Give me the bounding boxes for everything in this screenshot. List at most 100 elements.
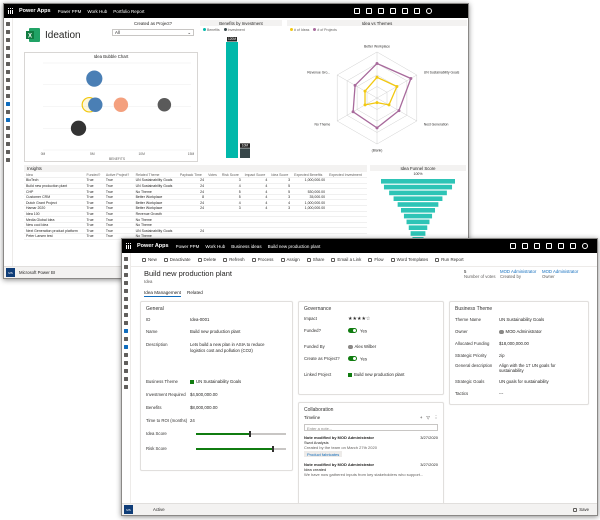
- cmd-process[interactable]: Process: [251, 257, 274, 262]
- pin-icon[interactable]: [124, 281, 128, 285]
- folder-icon[interactable]: [124, 313, 128, 317]
- strategic-priority-value[interactable]: zip: [499, 353, 505, 358]
- search-icon[interactable]: [510, 243, 516, 249]
- home-icon[interactable]: [6, 30, 10, 34]
- idea-score-knob[interactable]: [249, 431, 251, 437]
- lightbulb-icon[interactable]: [522, 243, 528, 249]
- breadcrumb-2[interactable]: Work Hub: [205, 244, 225, 249]
- menu-icon[interactable]: [6, 22, 10, 26]
- calendar-icon[interactable]: [124, 361, 128, 365]
- strategic-goals-value[interactable]: UN goals for sustainability: [499, 379, 549, 384]
- doc-icon[interactable]: [124, 377, 128, 381]
- cmd-flow[interactable]: Flow: [368, 257, 384, 262]
- description-value[interactable]: Lets build a new plan in ASIA to reduce …: [190, 342, 280, 353]
- theme-name-value[interactable]: UN Sustainability Goals: [499, 317, 544, 322]
- breadcrumb-2[interactable]: Work Hub: [87, 9, 107, 14]
- benefits-value[interactable]: $8,000,000.00: [190, 405, 217, 410]
- theme-owner-value[interactable]: MOD Administrator: [499, 329, 542, 335]
- cmd-word-templates[interactable]: Word Templates: [390, 257, 428, 262]
- cmd-refresh[interactable]: Refresh: [223, 257, 245, 262]
- board-icon[interactable]: [124, 321, 128, 325]
- table-icon[interactable]: [124, 369, 128, 373]
- tab-idea-management[interactable]: Idea Management: [144, 290, 182, 297]
- cmd-run-report[interactable]: Run Report: [435, 257, 464, 262]
- add-icon[interactable]: [534, 243, 540, 249]
- idea-score-slider[interactable]: [196, 431, 286, 437]
- app-brand[interactable]: Power Apps: [137, 243, 169, 249]
- business-theme-value[interactable]: UN Sustainability Goals: [190, 379, 241, 384]
- settings-icon[interactable]: [402, 8, 408, 14]
- impact-stars[interactable]: ★★★★☆: [348, 316, 370, 322]
- risk-score-slider[interactable]: [196, 446, 286, 452]
- funded-toggle[interactable]: [348, 328, 357, 333]
- investment-value[interactable]: $4,500,000.00: [190, 392, 217, 397]
- user-icon[interactable]: [6, 110, 10, 114]
- create-as-project-toggle[interactable]: [348, 356, 357, 361]
- tab-related[interactable]: Related: [187, 290, 203, 297]
- avatar-icon[interactable]: [426, 8, 432, 14]
- nav-icon[interactable]: [6, 54, 10, 58]
- allocated-funding-value[interactable]: $18,000,000.00: [499, 341, 529, 346]
- breadcrumb-1[interactable]: Power PPM: [58, 9, 82, 14]
- table-icon[interactable]: [6, 142, 10, 146]
- recent-icon[interactable]: [124, 273, 128, 277]
- breadcrumb-1[interactable]: Power PPM: [176, 244, 200, 249]
- cmd-email-a-link[interactable]: Email a Link: [331, 257, 361, 262]
- heart-icon[interactable]: [124, 329, 128, 333]
- chart-icon[interactable]: [6, 70, 10, 74]
- folder-icon[interactable]: [6, 78, 10, 82]
- search-icon[interactable]: [354, 8, 360, 14]
- board-icon[interactable]: [6, 86, 10, 90]
- risk-score-knob[interactable]: [271, 446, 274, 452]
- app-launcher-icon[interactable]: [8, 8, 14, 14]
- filter-icon[interactable]: [546, 243, 552, 249]
- help-icon[interactable]: [570, 243, 576, 249]
- share-icon[interactable]: [6, 62, 10, 66]
- filter-icon[interactable]: ▽: [426, 415, 429, 421]
- settings-icon[interactable]: [558, 243, 564, 249]
- general-description-value[interactable]: Align with the 17 UN goals for sustainab…: [499, 363, 579, 373]
- lightbulb-icon[interactable]: [366, 8, 372, 14]
- add-icon[interactable]: +: [420, 415, 423, 421]
- breadcrumb-3[interactable]: Business ideas: [231, 244, 261, 249]
- more-icon[interactable]: ⋮: [434, 415, 438, 421]
- funded-by-value[interactable]: Alex Wilber: [348, 344, 376, 350]
- list-icon[interactable]: [6, 126, 10, 130]
- recent-icon[interactable]: [6, 38, 10, 42]
- app-launcher-icon[interactable]: [126, 243, 132, 249]
- pin-icon[interactable]: [6, 46, 10, 50]
- avatar-icon[interactable]: [582, 243, 588, 249]
- save-button[interactable]: Save: [573, 507, 589, 512]
- post-attachment[interactable]: Product fabricates: [304, 451, 343, 457]
- nav-icon[interactable]: [124, 289, 128, 293]
- home-icon[interactable]: [124, 265, 128, 269]
- settings-nav-icon[interactable]: [6, 158, 10, 162]
- doc-icon[interactable]: [6, 150, 10, 154]
- breadcrumb-3[interactable]: Portfolio Report: [113, 9, 144, 14]
- chart-icon[interactable]: [124, 305, 128, 309]
- id-value[interactable]: Idea-0001: [190, 317, 209, 322]
- name-value[interactable]: Build new production plant: [190, 329, 240, 334]
- slicer-dropdown[interactable]: All ⌄: [112, 29, 194, 36]
- cmd-new[interactable]: New: [142, 257, 157, 262]
- list-icon[interactable]: [124, 353, 128, 357]
- share-icon[interactable]: [124, 297, 128, 301]
- cmd-assign[interactable]: Assign: [280, 257, 300, 262]
- user-icon[interactable]: [124, 337, 128, 341]
- tactics-value[interactable]: ---: [499, 391, 503, 396]
- roi-value[interactable]: 24: [190, 418, 195, 423]
- report-icon[interactable]: [6, 118, 10, 122]
- heart-icon[interactable]: [6, 102, 10, 106]
- linked-project-value[interactable]: Build new production plant: [348, 372, 404, 377]
- note-input[interactable]: Enter a note...: [304, 424, 438, 431]
- breadcrumb-4[interactable]: Build new production plant: [268, 244, 321, 249]
- settings-nav-icon[interactable]: [124, 385, 128, 389]
- cmd-share[interactable]: Share: [306, 257, 324, 262]
- filter-icon[interactable]: [390, 8, 396, 14]
- cmd-deactivate[interactable]: Deactivate: [163, 257, 191, 262]
- app-brand[interactable]: Power Apps: [19, 8, 51, 14]
- help-icon[interactable]: [414, 8, 420, 14]
- grid-icon[interactable]: [6, 94, 10, 98]
- idea-icon[interactable]: [124, 345, 128, 349]
- cmd-delete[interactable]: Delete: [197, 257, 216, 262]
